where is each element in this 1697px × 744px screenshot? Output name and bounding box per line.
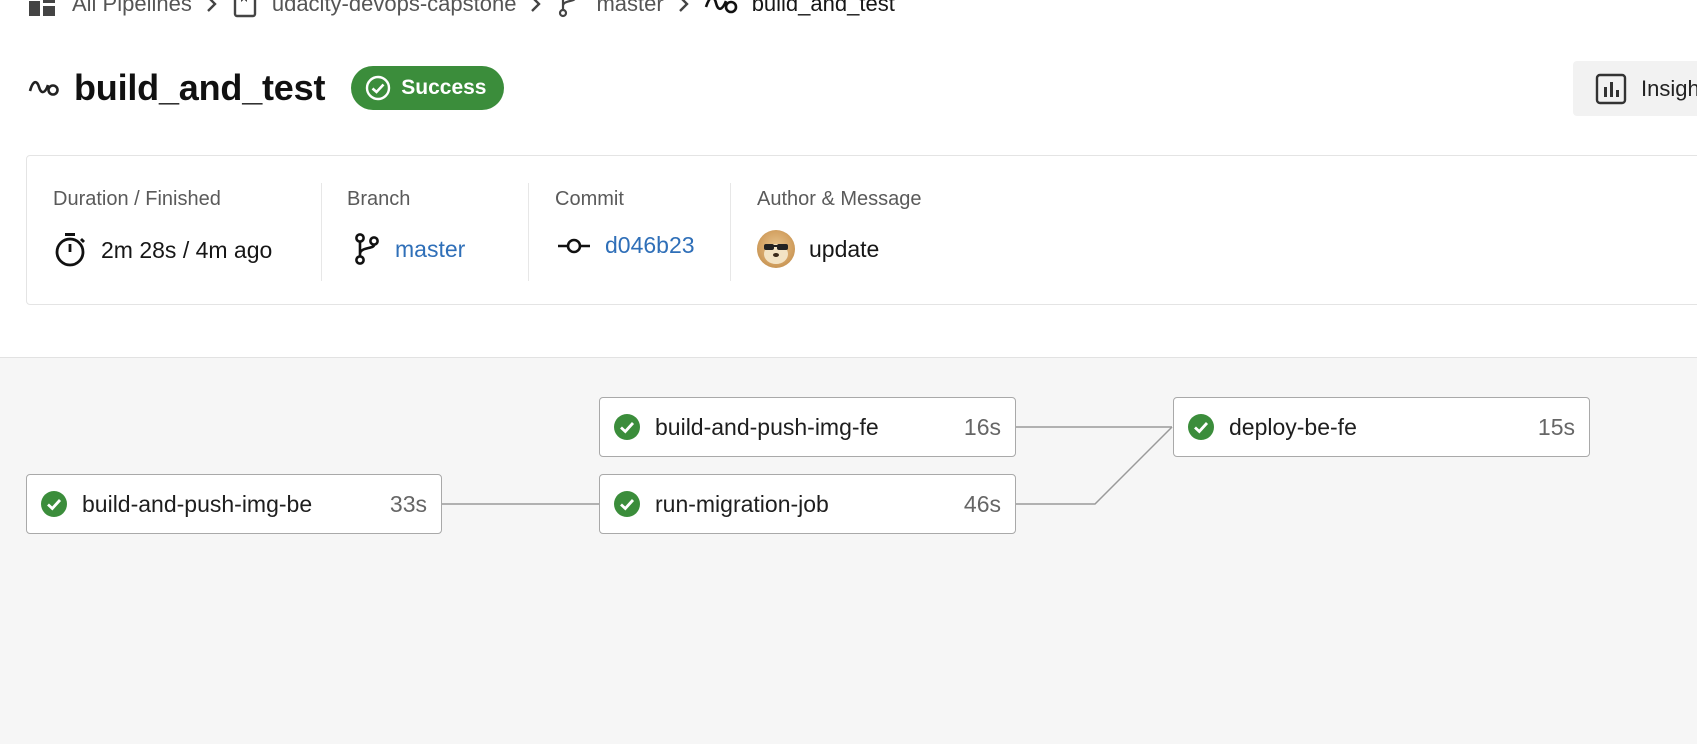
job-duration: 15s <box>1537 413 1575 440</box>
summary-divider <box>321 183 322 281</box>
check-circle-icon <box>365 75 391 101</box>
check-circle-icon <box>613 413 641 441</box>
title-row: build_and_test Success <box>28 66 505 110</box>
job-node-deploy-be-fe[interactable]: deploy-be-fe 15s <box>1173 397 1590 457</box>
job-node-build-and-push-img-fe[interactable]: build-and-push-img-fe 16s <box>599 397 1016 457</box>
job-name: build-and-push-img-fe <box>655 413 879 440</box>
workflow-icon <box>704 0 738 17</box>
summary-divider <box>730 183 731 281</box>
breadcrumb-all-pipelines[interactable]: All Pipelines <box>28 0 192 17</box>
duration-value-row: 2m 28s / 4m ago <box>53 232 272 268</box>
status-badge: Success <box>351 66 505 110</box>
commit-label: Commit <box>555 188 624 210</box>
bar-chart-icon <box>1595 73 1627 105</box>
page-title: build_and_test <box>74 67 326 108</box>
chevron-right-icon <box>664 0 704 13</box>
commit-value-row: d046b23 <box>557 232 695 259</box>
branch-link[interactable]: master <box>395 236 465 263</box>
breadcrumb-project[interactable]: udacity-devops-capstone <box>232 0 517 18</box>
check-circle-icon <box>40 490 68 518</box>
commit-link[interactable]: d046b23 <box>605 232 695 259</box>
summary-card: Duration / Finished 2m 28s / 4m ago Bran… <box>26 155 1697 305</box>
breadcrumb-label: All Pipelines <box>72 0 192 16</box>
job-node-build-and-push-img-be[interactable]: build-and-push-img-be 33s <box>26 474 442 534</box>
breadcrumb-label: udacity-devops-capstone <box>271 0 517 16</box>
breadcrumb-branch[interactable]: master <box>556 0 664 18</box>
chevron-right-icon <box>516 0 556 13</box>
dashboard-grid-icon <box>28 0 58 17</box>
job-name: deploy-be-fe <box>1229 413 1357 440</box>
avatar[interactable] <box>757 230 795 268</box>
breadcrumb-workflow[interactable]: build_and_test <box>704 0 895 17</box>
job-name: run-migration-job <box>655 490 829 517</box>
branch-label: Branch <box>347 188 411 210</box>
duration-label: Duration / Finished <box>53 188 221 210</box>
job-node-run-migration-job[interactable]: run-migration-job 46s <box>599 474 1016 534</box>
job-duration: 46s <box>963 490 1001 517</box>
breadcrumb-label: build_and_test <box>751 0 895 16</box>
chevron-right-icon <box>192 0 232 13</box>
branch-value-row: master <box>353 232 465 266</box>
branch-icon <box>353 232 381 266</box>
summary-divider <box>528 183 529 281</box>
stopwatch-icon <box>53 232 87 268</box>
insights-label: Insights <box>1641 75 1697 101</box>
commit-icon <box>557 236 591 256</box>
job-name: build-and-push-img-be <box>82 490 313 517</box>
author-label: Author & Message <box>757 188 922 210</box>
check-circle-icon <box>613 490 641 518</box>
branch-icon <box>556 0 582 18</box>
bookmark-icon <box>232 0 258 18</box>
pipeline-graph: build-and-push-img-be 33s build-and-push… <box>0 357 1697 744</box>
job-duration: 16s <box>963 413 1001 440</box>
insights-button[interactable]: Insights <box>1573 61 1697 116</box>
duration-value: 2m 28s / 4m ago <box>101 236 273 263</box>
breadcrumb: All Pipelines udacity-devops-capstone ma… <box>28 0 895 18</box>
breadcrumb-label: master <box>596 0 664 16</box>
check-circle-icon <box>1187 413 1215 441</box>
status-label: Success <box>401 76 487 99</box>
author-value-row: update <box>757 230 879 268</box>
job-duration: 33s <box>389 490 427 517</box>
commit-message: update <box>809 235 880 262</box>
workflow-icon <box>28 75 60 101</box>
